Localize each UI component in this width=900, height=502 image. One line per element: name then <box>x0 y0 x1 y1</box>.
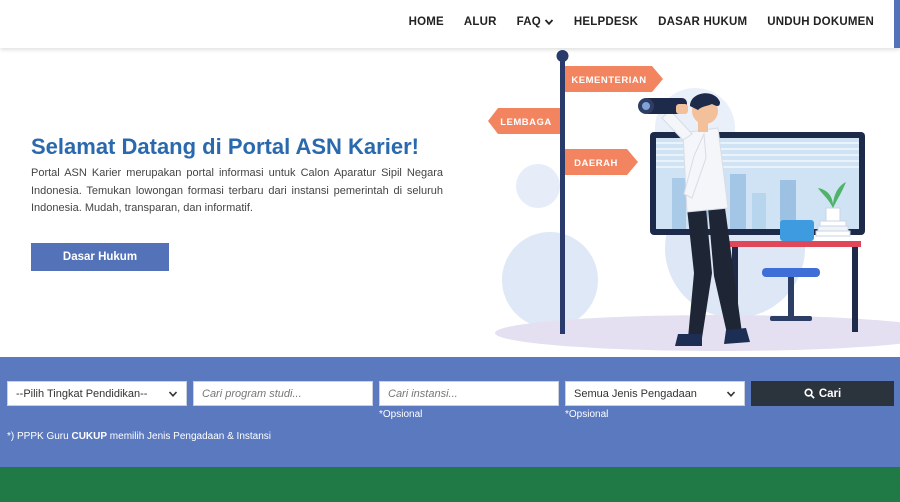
nav-home[interactable]: HOME <box>409 16 444 28</box>
hero-illustration: KEMENTERIAN LEMBAGA DAERAH <box>488 50 900 351</box>
search-icon <box>804 388 815 399</box>
hero-description: Portal ASN Karier merupakan portal infor… <box>31 167 443 214</box>
top-navbar: HOME ALUR FAQ HELPDESK DASAR HUKUM UNDUH… <box>0 0 900 48</box>
page: HOME ALUR FAQ HELPDESK DASAR HUKUM UNDUH… <box>0 0 900 502</box>
search-button-label: Cari <box>818 387 842 400</box>
nav-faq[interactable]: FAQ <box>517 16 554 28</box>
nav-menu: HOME ALUR FAQ HELPDESK DASAR HUKUM UNDUH… <box>389 0 874 44</box>
education-level-select-value: --Pilih Tingkat Pendidikan-- <box>16 387 148 400</box>
institution-optional-hint: *Opsional <box>379 409 423 420</box>
nav-helpdesk[interactable]: HELPDESK <box>574 16 638 28</box>
program-search-input[interactable] <box>202 387 364 400</box>
institution-search-field[interactable] <box>379 381 559 406</box>
nav-unduh-dokumen[interactable]: UNDUH DOKUMEN <box>767 16 874 28</box>
hero-title: Selamat Datang di Portal ASN Karier! <box>31 134 419 159</box>
search-panel: --Pilih Tingkat Pendidikan-- Semua Jenis… <box>0 357 900 467</box>
institution-search-input[interactable] <box>388 387 550 400</box>
pppk-guru-note: *) PPPK Guru CUKUP memilih Jenis Pengada… <box>7 431 271 442</box>
program-search-field[interactable] <box>193 381 373 406</box>
sign-lembaga: LEMBAGA <box>488 108 560 134</box>
footer-strip <box>0 467 900 502</box>
sign-daerah-label: DAERAH <box>574 158 618 169</box>
procurement-type-select[interactable]: Semua Jenis Pengadaan <box>565 381 745 406</box>
nav-dasar-hukum[interactable]: DASAR HUKUM <box>658 16 747 28</box>
navbar-edge-accent <box>894 0 900 48</box>
note-prefix: *) PPPK Guru <box>7 431 72 442</box>
search-button[interactable]: Cari <box>751 381 894 406</box>
chevron-down-icon <box>544 19 554 26</box>
procurement-optional-hint: *Opsional <box>565 409 609 420</box>
note-suffix: memilih Jenis Pengadaan & Instansi <box>107 431 272 442</box>
sign-kementerian: KEMENTERIAN <box>565 66 663 92</box>
chevron-down-icon <box>726 390 736 397</box>
note-bold: CUKUP <box>71 431 108 442</box>
dasar-hukum-button[interactable]: Dasar Hukum <box>31 243 169 271</box>
procurement-type-select-value: Semua Jenis Pengadaan <box>574 387 697 400</box>
nav-faq-label: FAQ <box>516 16 541 28</box>
sign-lembaga-label: LEMBAGA <box>500 117 552 128</box>
nav-alur[interactable]: ALUR <box>464 16 497 28</box>
sign-daerah: DAERAH <box>565 149 638 175</box>
education-level-select[interactable]: --Pilih Tingkat Pendidikan-- <box>7 381 187 406</box>
sign-kementerian-label: KEMENTERIAN <box>571 75 646 86</box>
chevron-down-icon <box>168 390 178 397</box>
